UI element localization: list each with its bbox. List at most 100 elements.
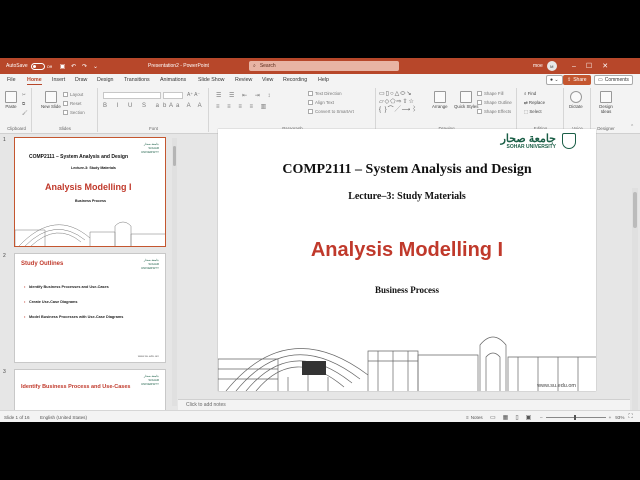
- zoom-level[interactable]: 93%: [615, 415, 624, 420]
- thumbnail-number: 1: [3, 137, 6, 143]
- undo-icon[interactable]: ↶: [69, 62, 78, 71]
- grow-font-icon[interactable]: A⁺ A⁻: [187, 92, 200, 98]
- maximize-icon[interactable]: ☐: [586, 62, 592, 70]
- text-direction-button[interactable]: Text Direction: [308, 91, 342, 97]
- fit-slide-icon[interactable]: ⛶: [628, 414, 632, 421]
- design-ideas-button[interactable]: Design Ideas: [595, 91, 617, 114]
- design-ideas-icon: [600, 91, 612, 103]
- align-text-button[interactable]: Align Text: [308, 100, 334, 106]
- slide-title[interactable]: COMP2111 – System Analysis and Design: [218, 162, 596, 178]
- collapse-ribbon-icon[interactable]: ⌃: [630, 124, 634, 130]
- slide-caption[interactable]: Business Process: [218, 285, 596, 295]
- thumbnail-scrollbar[interactable]: [172, 138, 177, 406]
- language-indicator[interactable]: English (United States): [40, 411, 87, 422]
- clipboard-label: Clipboard: [7, 126, 26, 131]
- minimize-icon[interactable]: –: [572, 63, 576, 70]
- save-icon[interactable]: ▣: [58, 62, 67, 71]
- clipboard-group: Paste ✂ ⧉ 🖌 Clipboard: [2, 88, 32, 132]
- slide-subtitle[interactable]: Lecture–3: Study Materials: [218, 191, 596, 202]
- slideshow-icon[interactable]: ▣: [526, 414, 532, 421]
- notes-toggle[interactable]: ≡ Notes: [466, 411, 483, 422]
- slides-label: Slides: [59, 126, 71, 131]
- paragraph-group: ☰ ☰ ⇤ ⇥ ↕ ≡ ≡ ≡ ≡ ▥ Text Direction Align…: [210, 88, 376, 132]
- redo-icon[interactable]: ↷: [80, 62, 89, 71]
- editor-scrollbar[interactable]: [632, 188, 638, 410]
- record-button[interactable]: ● ⌄: [546, 75, 563, 85]
- slide-thumbnail-2[interactable]: جامعة صحار SOHAR UNIVERSITY Study Outline…: [14, 253, 166, 363]
- customize-toolbar-icon[interactable]: ⌄: [91, 62, 100, 71]
- font-name-select[interactable]: [103, 92, 161, 99]
- shape-fill-button[interactable]: Shape Fill: [477, 91, 504, 97]
- format-painter-icon[interactable]: 🖌: [22, 110, 28, 116]
- avatar[interactable]: M: [546, 61, 557, 71]
- layout-button[interactable]: Layout: [63, 92, 83, 98]
- current-slide[interactable]: جامعة صحار SOHAR UNIVERSITY COMP2111 – S…: [218, 129, 596, 391]
- section-button[interactable]: Section: [63, 110, 85, 116]
- thumbnail-subtitle: Lecture-3: Study Materials: [71, 166, 116, 170]
- designer-label: Designer: [597, 126, 615, 131]
- tab-transitions[interactable]: Transitions: [124, 76, 150, 85]
- thumbnail-number: 3: [3, 369, 6, 375]
- paste-button[interactable]: Paste: [5, 91, 17, 109]
- slide-count: Slide 1 of 16: [4, 414, 30, 420]
- shape-effects-button[interactable]: Shape Effects: [477, 109, 511, 115]
- replace-button[interactable]: ⇄ Replace: [524, 100, 545, 106]
- font-size-select[interactable]: [163, 92, 183, 99]
- university-emblem-icon: [562, 133, 576, 149]
- ribbon-tabs: File Home Insert Draw Design Transitions…: [0, 74, 640, 86]
- tab-insert[interactable]: Insert: [52, 76, 65, 85]
- tab-view[interactable]: View: [262, 76, 273, 85]
- list-buttons[interactable]: ☰ ☰ ⇤ ⇥ ↕: [216, 92, 273, 99]
- reading-view-icon[interactable]: ▯: [515, 414, 518, 421]
- autosave-toggle[interactable]: [30, 62, 45, 70]
- shape-outline-button[interactable]: Shape Outline: [477, 100, 512, 106]
- slide-main-heading[interactable]: Analysis Modelling I: [218, 239, 596, 262]
- search-box[interactable]: ⌕ Search: [249, 61, 399, 71]
- cut-icon[interactable]: ✂: [22, 92, 26, 98]
- slide-url: www.su.edu.om: [537, 383, 576, 389]
- zoom-slider[interactable]: [545, 414, 606, 420]
- thumbnail-url: www.su.edu.om: [137, 354, 159, 358]
- tab-draw[interactable]: Draw: [75, 76, 87, 85]
- tab-home[interactable]: Home: [27, 76, 42, 85]
- comments-button[interactable]: ▭ Comments: [594, 75, 633, 85]
- close-icon[interactable]: ✕: [602, 62, 608, 70]
- quick-styles-button[interactable]: Quick Styles: [454, 91, 478, 109]
- tab-recording[interactable]: Recording: [283, 76, 307, 85]
- new-slide-icon: [44, 91, 57, 103]
- new-slide-button[interactable]: New Slide: [41, 91, 61, 109]
- user-name[interactable]: moe: [533, 63, 543, 69]
- align-buttons[interactable]: ≡ ≡ ≡ ≡ ▥: [216, 103, 269, 110]
- copy-icon[interactable]: ⧉: [22, 101, 25, 106]
- zoom-out-icon[interactable]: –: [540, 415, 543, 420]
- slide-thumbnail-1[interactable]: جامعة صحار SOHAR UNIVERSITY COMP2111 – Sy…: [14, 137, 166, 247]
- reset-button[interactable]: Reset: [63, 101, 81, 107]
- tab-animations[interactable]: Animations: [160, 76, 186, 85]
- university-logo: جامعة صحار SOHAR UNIVERSITY: [140, 142, 159, 154]
- notes-icon: ≡: [466, 414, 469, 420]
- tab-help[interactable]: Help: [318, 76, 329, 85]
- notes-pane[interactable]: Click to add notes: [178, 399, 630, 410]
- normal-view-icon[interactable]: ▭: [490, 414, 496, 421]
- tab-review[interactable]: Review: [235, 76, 252, 85]
- shapes-gallery[interactable]: ▭▯○△⬭↘ ▱◇⬠⇨⇧☆{ }⌒╱⟶⌇: [379, 90, 427, 114]
- font-color-buttons[interactable]: Aa A A: [169, 103, 205, 109]
- thumbnail-title: COMP2111 – System Analysis and Design: [29, 154, 129, 160]
- tab-file[interactable]: File: [7, 76, 16, 85]
- slide-sorter-icon[interactable]: ▦: [503, 414, 509, 421]
- find-button[interactable]: ⌕ Find: [524, 91, 536, 96]
- slide-thumbnail-3[interactable]: جامعة صحار SOHAR UNIVERSITY Identify Busi…: [14, 369, 166, 410]
- campus-illustration: [15, 221, 165, 246]
- dictate-button[interactable]: Dictate: [569, 91, 583, 109]
- arrange-button[interactable]: Arrange: [432, 91, 448, 109]
- thumbnail-heading: Study Outlines: [21, 261, 64, 267]
- zoom-in-icon[interactable]: +: [609, 415, 612, 420]
- convert-smartart-button[interactable]: Convert to SmartArt: [308, 109, 354, 115]
- tab-slide-show[interactable]: Slide Show: [198, 76, 225, 85]
- font-group: A⁺ A⁻ B I U S ab Aa A A Font: [99, 88, 209, 132]
- thumbnail-bullet: Model Business Processes with Use-Case D…: [24, 315, 123, 319]
- font-format-buttons[interactable]: B I U S ab: [103, 103, 170, 109]
- share-button[interactable]: ⇪ Share: [563, 75, 591, 85]
- select-button[interactable]: ⬚ Select: [524, 109, 542, 115]
- tab-design[interactable]: Design: [97, 76, 114, 85]
